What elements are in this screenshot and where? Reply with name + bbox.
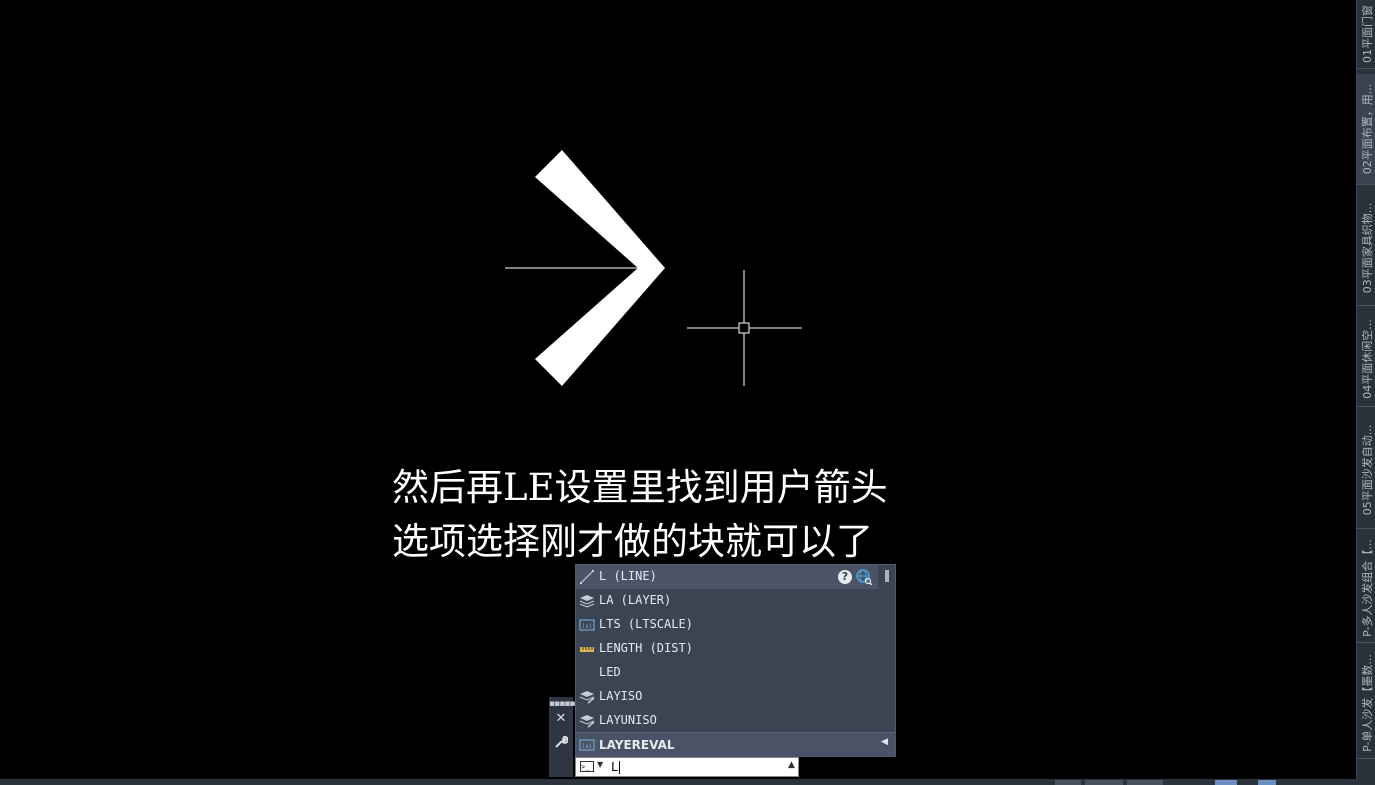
command-autocomplete-list: L (LINE) ? LA (LAYER) (x) LTS (LTSCALE) … [575, 564, 896, 757]
file-tab-6[interactable]: P-多人沙发组合【... [1357, 534, 1375, 643]
help-icon[interactable]: ? [838, 570, 852, 584]
status-button[interactable] [1085, 780, 1123, 785]
svg-text:(x): (x) [582, 623, 593, 630]
line-icon [580, 570, 594, 584]
caption-line-1: 然后再LE设置里找到用户箭头 [392, 466, 888, 509]
recent-commands-icon[interactable]: ▲ [788, 760, 795, 770]
command-line-input[interactable]: >_ ▼ L ▲ [575, 757, 799, 777]
layer-unisolate-icon [579, 715, 595, 728]
status-button[interactable] [1127, 780, 1163, 785]
autocomplete-item-length[interactable]: LENGTH (DIST) [576, 637, 878, 661]
scrollbar-thumb[interactable] [885, 570, 889, 582]
file-tab-2[interactable]: 02平面布置，用... [1357, 74, 1375, 185]
caption-line-2: 选项选择刚才做的块就可以了 [392, 520, 873, 563]
status-button[interactable] [1055, 780, 1081, 785]
autocomplete-item-layer[interactable]: LA (LAYER) [576, 589, 878, 613]
chevron-down-icon[interactable]: ▼ [597, 760, 603, 769]
layer-properties-icon [579, 595, 595, 608]
layer-isolate-icon [579, 691, 595, 704]
measure-ruler-icon [580, 647, 594, 652]
web-search-icon[interactable] [856, 569, 872, 585]
system-variable-icon: (x) [579, 739, 595, 751]
autocomplete-item-layiso[interactable]: LAYISO [576, 685, 878, 709]
customize-wrench-icon[interactable] [549, 731, 573, 753]
autocomplete-item-led[interactable]: LED [576, 661, 878, 685]
autocomplete-scrollbar[interactable] [878, 565, 895, 731]
file-tab-4[interactable]: 04平面休闲空... [1357, 311, 1375, 407]
autocomplete-item-layereval[interactable]: (x) LAYEREVAL ◀ [576, 732, 895, 757]
file-tab-3[interactable]: 03平面家具织物... [1357, 190, 1375, 306]
status-button[interactable] [1258, 780, 1276, 785]
system-variable-icon: (x) [579, 619, 595, 631]
command-line-toolbar: ▪▪▪▪▪ ✕ [549, 697, 576, 777]
file-tab-strip: 01平面门窗 02平面布置，用... 03平面家具织物... 04平面休闲空..… [1356, 0, 1375, 779]
text-caret [619, 761, 620, 774]
status-bar [0, 779, 1375, 785]
command-prompt-icon[interactable]: >_ [580, 761, 594, 772]
expand-left-icon[interactable]: ◀ [881, 737, 888, 747]
svg-text:(x): (x) [582, 743, 593, 750]
crosshair-cursor [687, 270, 802, 386]
close-icon[interactable]: ✕ [549, 708, 573, 730]
file-tab-1[interactable]: 01平面门窗 [1357, 0, 1375, 69]
status-button[interactable] [1215, 780, 1237, 785]
file-tab-7[interactable]: P-单人沙发【墨数... [1357, 648, 1375, 759]
autocomplete-item-layuniso[interactable]: LAYUNISO [576, 709, 878, 733]
autocomplete-item-ltscale[interactable]: (x) LTS (LTSCALE) [576, 613, 878, 637]
autocomplete-item-line[interactable]: L (LINE) ? [576, 565, 878, 589]
command-text[interactable]: L [611, 760, 618, 774]
file-tab-5[interactable]: 05平面沙发自动... [1357, 412, 1375, 529]
